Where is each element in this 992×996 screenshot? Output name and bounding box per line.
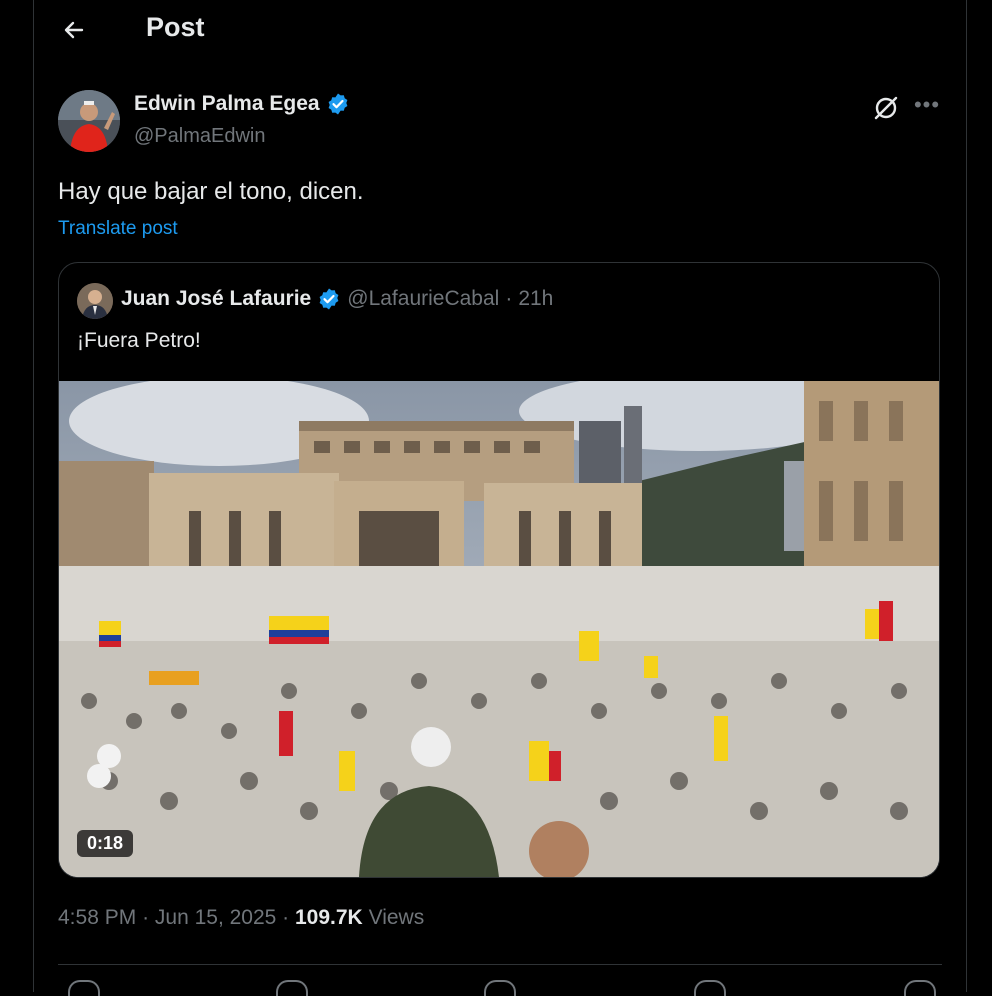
verified-badge-icon [326,92,350,116]
reply-icon[interactable] [68,980,100,996]
header: Post [34,0,966,60]
video-thumbnail [59,371,939,877]
quote-author-avatar[interactable] [77,283,113,319]
page-title: Post [146,12,205,42]
bookmark-icon[interactable] [694,980,726,996]
back-arrow-icon [64,21,84,39]
author-avatar[interactable] [58,90,120,152]
divider [58,964,942,965]
back-button[interactable] [58,14,90,46]
separator-dot: · [282,906,295,929]
grok-icon [874,96,898,120]
post-column: Post Edwin Palma Egea @PalmaEdwin ••• Ha… [33,0,967,996]
repost-icon[interactable] [276,980,308,996]
quote-header: Juan José Lafaurie @LafaurieCabal · 21h [121,287,553,311]
more-button[interactable]: ••• [912,94,942,122]
grok-button[interactable] [872,94,900,122]
views-label: Views [368,906,425,929]
video-duration: 0:18 [77,830,134,857]
author-name[interactable]: Edwin Palma Egea [134,92,350,116]
like-icon[interactable] [484,980,516,996]
more-icon: ••• [913,92,941,117]
post-time[interactable]: 4:58 PM [58,906,136,929]
quoted-post[interactable]: Juan José Lafaurie @LafaurieCabal · 21h … [58,262,940,878]
quote-timestamp[interactable]: 21h [518,287,553,311]
views-count: 109.7K [295,906,363,929]
separator-dot: · [505,287,513,310]
post-text: Hay que bajar el tono, dicen. [58,178,364,205]
author-handle[interactable]: @PalmaEdwin [134,125,265,148]
quote-text: ¡Fuera Petro! [77,329,201,352]
translate-post-link[interactable]: Translate post [58,218,178,240]
separator-dot: · [142,906,155,929]
quote-video[interactable]: 0:18 [59,371,939,877]
author-name-text: Edwin Palma Egea [134,92,320,115]
verified-badge-icon [317,287,341,311]
quote-author-name[interactable]: Juan José Lafaurie [121,287,311,311]
post-metadata: 4:58 PM · Jun 15, 2025 · 109.7K Views [58,906,424,930]
share-icon[interactable] [904,980,936,996]
post-date[interactable]: Jun 15, 2025 [155,906,276,929]
quote-author-handle[interactable]: @LafaurieCabal [347,287,499,311]
